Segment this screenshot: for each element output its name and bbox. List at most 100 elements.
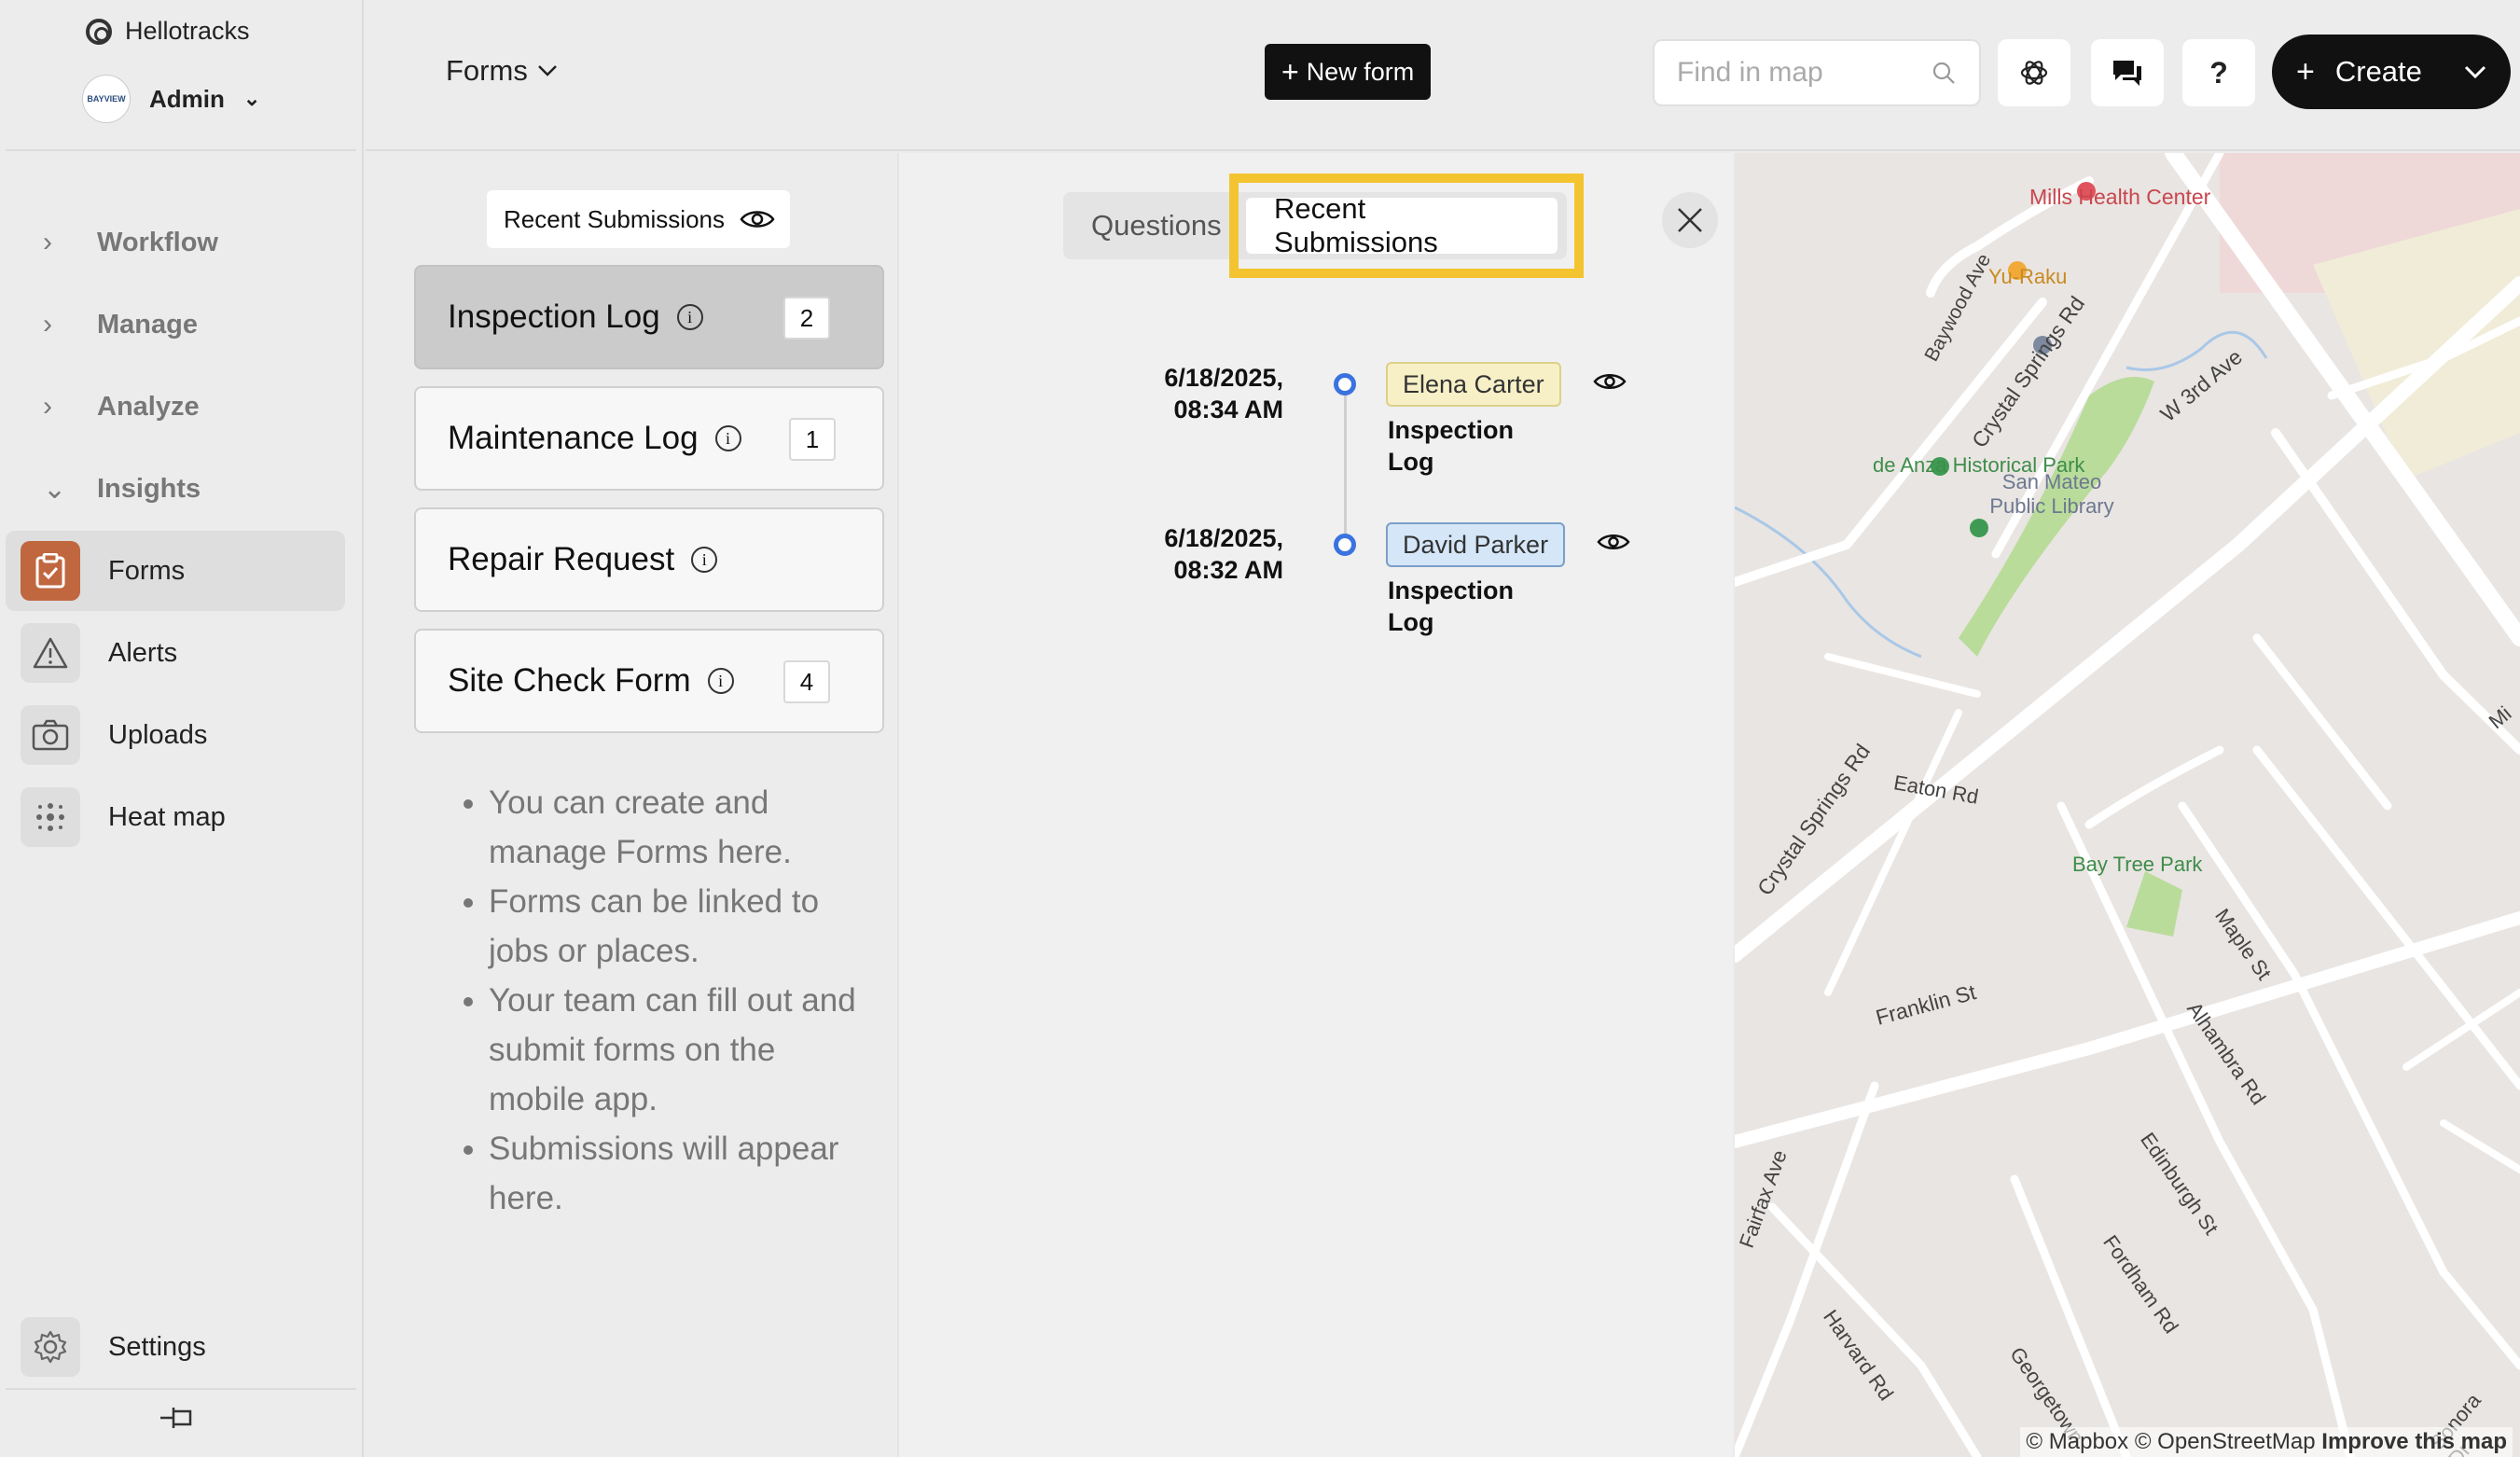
eye-icon: [740, 211, 775, 228]
chevron-right-icon: ›: [43, 309, 52, 340]
timeline-dot: [1334, 373, 1356, 395]
pin-sidebar-icon[interactable]: [157, 1399, 198, 1436]
map-attribution-text[interactable]: © Mapbox © OpenStreetMap: [2026, 1429, 2315, 1454]
map-search-input[interactable]: Find in map: [1653, 39, 1981, 106]
park-icon[interactable]: [1970, 519, 1988, 537]
sidebar-item-uploads[interactable]: Uploads: [6, 695, 345, 775]
create-label: Create: [2334, 55, 2422, 88]
form-name-line: Log: [1388, 448, 1434, 476]
sidebar-item-label: Uploads: [108, 719, 208, 750]
form-card-repair-request[interactable]: Repair Request i: [414, 507, 884, 612]
submission-row[interactable]: 6/18/2025, 08:34 AM Elena Carter Inspect…: [899, 362, 1735, 502]
form-name: Repair Request: [448, 541, 675, 577]
sidebar-section-analyze[interactable]: › Analyze: [6, 367, 345, 447]
info-icon[interactable]: i: [676, 304, 703, 330]
forms-panel: Recent Submissions Inspection Log i 2 Ma…: [366, 153, 897, 1457]
map[interactable]: Mills Health Center Yu-Raku Baywood Ave …: [1735, 153, 2520, 1457]
heatmap-icon: [21, 787, 80, 847]
clipboard-icon: [21, 541, 80, 601]
submission-count-badge: 1: [789, 418, 836, 461]
plus-icon: +: [1281, 55, 1299, 89]
section-dropdown[interactable]: Forms: [446, 54, 558, 88]
chevron-right-icon: ›: [43, 391, 52, 422]
sidebar-item-label: Heat map: [108, 801, 226, 832]
timeline-dot: [1334, 534, 1356, 556]
info-icon[interactable]: i: [691, 547, 718, 573]
submission-form-name: Inspection Log: [1388, 414, 1514, 478]
form-name: Maintenance Log: [448, 420, 699, 456]
sidebar-section-label: Manage: [97, 309, 198, 340]
recent-submissions-label: Recent Submissions: [504, 204, 725, 233]
sidebar-item-label: Settings: [108, 1331, 206, 1362]
help-button[interactable]: ?: [2182, 39, 2255, 106]
help-item: Submissions will appear here.: [489, 1124, 879, 1223]
info-icon[interactable]: i: [707, 668, 734, 694]
info-icon[interactable]: i: [714, 425, 741, 451]
submission-row[interactable]: 6/18/2025, 08:32 AM David Parker Inspect…: [899, 522, 1735, 662]
sidebar-section-insights[interactable]: ⌄ Insights: [6, 449, 345, 529]
map-label-line: San Mateo: [2001, 470, 2102, 493]
submission-time: 08:32 AM: [1173, 556, 1283, 584]
gear-icon: [21, 1317, 80, 1377]
topbar: Forms + New form Find in map ? + Create: [366, 0, 2520, 151]
create-button[interactable]: + Create: [2272, 35, 2511, 109]
submissions-panel: Questions Recent Submissions 6/18/2025, …: [897, 153, 1733, 1457]
submission-datetime: 6/18/2025, 08:32 AM: [1164, 522, 1283, 586]
submission-date: 6/18/2025,: [1164, 524, 1283, 552]
sidebar-item-settings[interactable]: Settings: [6, 1307, 345, 1387]
tab-questions[interactable]: Questions: [1063, 198, 1250, 254]
improve-map-link[interactable]: Improve this map: [2321, 1429, 2507, 1454]
help-item: Forms can be linked to jobs or places.: [489, 877, 879, 976]
form-card-site-check-form[interactable]: Site Check Form i 4: [414, 629, 884, 733]
close-button[interactable]: [1662, 192, 1718, 248]
warning-icon: [21, 623, 80, 683]
view-submission-eye-icon[interactable]: [1595, 526, 1632, 558]
sidebar-item-alerts[interactable]: Alerts: [6, 613, 345, 693]
ai-assistant-button[interactable]: [1998, 39, 2070, 106]
plus-icon: +: [2296, 53, 2315, 90]
section-title: Forms: [446, 54, 528, 87]
map-label: Mills Health Center: [2029, 185, 2211, 209]
search-placeholder: Find in map: [1677, 57, 1823, 88]
submission-count-badge: 4: [783, 660, 830, 703]
chevron-down-icon: [537, 65, 557, 76]
submission-date: 6/18/2025,: [1164, 364, 1283, 392]
submission-count-badge: 2: [783, 297, 830, 340]
sidebar-section-manage[interactable]: › Manage: [6, 284, 345, 365]
submitter-badge[interactable]: Elena Carter: [1386, 362, 1561, 407]
form-card-inspection-log[interactable]: Inspection Log i 2: [414, 265, 884, 369]
tab-recent-submissions[interactable]: Recent Submissions: [1246, 192, 1558, 258]
sidebar-item-heatmap[interactable]: Heat map: [6, 777, 345, 857]
new-form-label: New form: [1306, 57, 1415, 86]
user-name: Admin: [149, 84, 225, 113]
sidebar-item-label: Alerts: [108, 637, 178, 668]
form-name: Inspection Log: [448, 298, 660, 335]
chat-button[interactable]: [2091, 39, 2164, 106]
form-name-line: Log: [1388, 608, 1434, 636]
user-menu[interactable]: BAYVIEW Admin ⌄: [82, 75, 260, 123]
chevron-right-icon: ›: [43, 227, 52, 257]
sidebar-section-workflow[interactable]: › Workflow: [6, 202, 345, 283]
hellotracks-logo-icon: [86, 18, 112, 45]
sidebar-item-label: Forms: [108, 555, 186, 586]
divider: [6, 149, 356, 151]
recent-submissions-button[interactable]: Recent Submissions: [487, 190, 790, 248]
form-card-maintenance-log[interactable]: Maintenance Log i 1: [414, 386, 884, 491]
map-attribution: © Mapbox © OpenStreetMap Improve this ma…: [2020, 1427, 2513, 1457]
chevron-down-icon: ⌄: [43, 473, 67, 505]
chat-icon: [2113, 61, 2141, 86]
map-label: Bay Tree Park: [2072, 853, 2203, 876]
submitter-badge[interactable]: David Parker: [1386, 522, 1566, 567]
view-submission-eye-icon[interactable]: [1591, 366, 1628, 397]
brand[interactable]: Hellotracks: [86, 17, 250, 46]
search-icon: [1932, 62, 1955, 84]
map-label: Yu-Raku: [1988, 265, 2068, 288]
sidebar: Hellotracks BAYVIEW Admin ⌄ › Workflow ›…: [0, 0, 364, 1457]
sidebar-item-forms[interactable]: Forms: [6, 531, 345, 611]
form-name: Site Check Form: [448, 662, 691, 699]
new-form-button[interactable]: + New form: [1265, 44, 1432, 100]
map-label-line: Public Library: [1989, 494, 2114, 518]
brand-name: Hellotracks: [125, 17, 250, 45]
openai-icon: [2020, 61, 2048, 85]
chevron-down-icon: ⌄: [242, 87, 261, 110]
